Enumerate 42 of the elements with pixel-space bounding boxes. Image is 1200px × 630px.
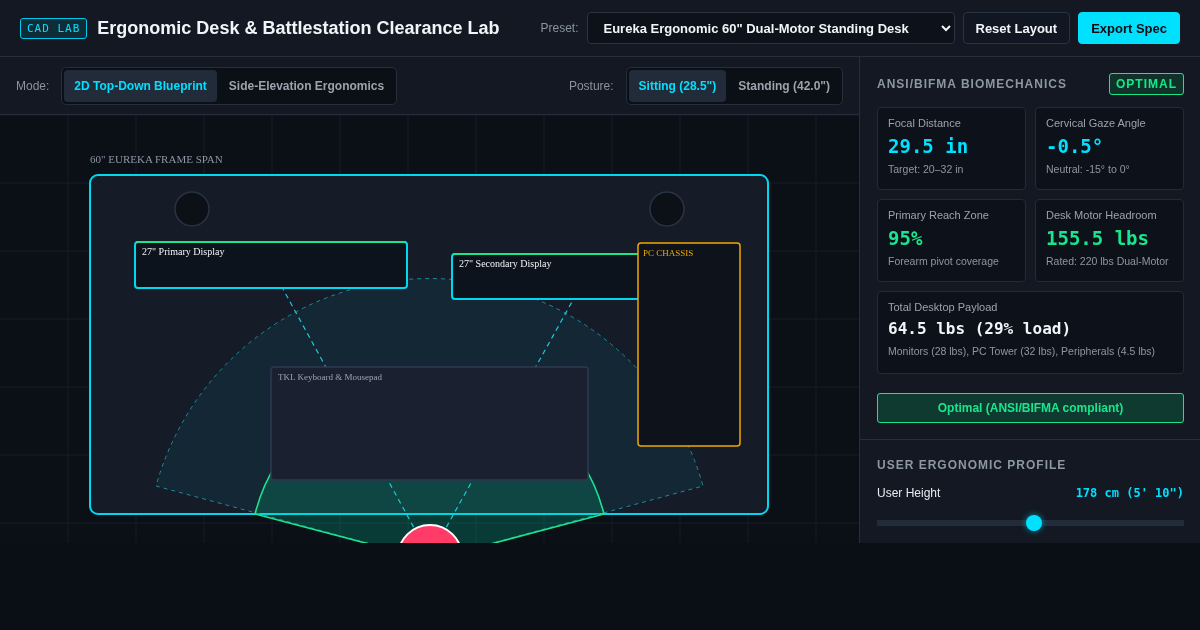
slider-label: User Height	[877, 486, 941, 500]
metric-value: 29.5 in	[888, 134, 970, 158]
tab[interactable]: Standing (42.0")	[728, 69, 840, 102]
pc-tower-label: PC CHASSIS	[643, 248, 694, 258]
metric-note: Forearm pivot coverage	[888, 255, 1000, 267]
status-badge: OPTIMAL	[1109, 73, 1184, 95]
app-title: Ergonomic Desk & Battlestation Clearance Lab	[97, 17, 500, 39]
metric-label: Desk Motor Headroom	[1046, 209, 1158, 221]
metric-label: Cervical Gaze Angle	[1046, 117, 1147, 129]
user-marker	[397, 524, 463, 543]
keyboard-label: TKL Keyboard & Mousepad	[278, 372, 382, 382]
monitor-label: 27" Primary Display	[142, 246, 225, 257]
monitor-label: 27" Secondary Display	[459, 258, 552, 269]
metric-value: -0.5°	[1046, 134, 1105, 158]
tab[interactable]: Side-Elevation Ergonomics	[218, 69, 395, 102]
section-title: ANSI/BIFMA BIOMECHANICS	[877, 77, 1067, 91]
compliance-banner: Optimal (ANSI/BIFMA compliant)	[877, 393, 1184, 423]
desk-leg	[174, 191, 210, 227]
metric-note: Rated: 220 lbs Dual-Motor	[1046, 255, 1170, 267]
metric-label: Focal Distance	[888, 117, 962, 129]
frame-label: 60" EUREKA FRAME SPAN	[90, 153, 223, 165]
mode-label: Mode:	[16, 78, 50, 93]
posture-label: Posture:	[568, 78, 614, 93]
desk-leg	[649, 191, 685, 227]
slider-reading: 178 cm (5' 10")	[1075, 486, 1184, 500]
metric-note: Target: 20–32 in	[888, 163, 965, 175]
tab[interactable]: Sitting (28.5")	[628, 69, 727, 102]
slider-thumb[interactable]	[1025, 515, 1042, 531]
metric-value: 155.5 lbs	[1046, 226, 1150, 250]
metric-note: Neutral: -15° to 0°	[1046, 163, 1131, 175]
metric-value: 64.5 lbs (29% load)	[888, 318, 1073, 340]
preset-select[interactable]: Eureka Ergonomic 60" Dual-Motor Standing Desk	[586, 12, 955, 44]
metric-label: Primary Reach Zone	[888, 209, 990, 221]
export-button[interactable]: Export Spec	[1078, 12, 1180, 44]
metric-value: 95%	[888, 226, 924, 250]
reset-button[interactable]: Reset Layout	[962, 12, 1071, 44]
tab[interactable]: 2D Top-Down Blueprint	[64, 69, 217, 102]
section-title: USER ERGONOMIC PROFILE	[877, 458, 1068, 472]
metric-note: Monitors (28 lbs), PC Tower (32 lbs), Peripherals (4.5 lbs)	[888, 345, 1157, 357]
preset-label: Preset:	[540, 21, 579, 35]
metric-label: Total Desktop Payload	[888, 301, 999, 313]
logo-badge: CAD LAB	[20, 17, 88, 39]
